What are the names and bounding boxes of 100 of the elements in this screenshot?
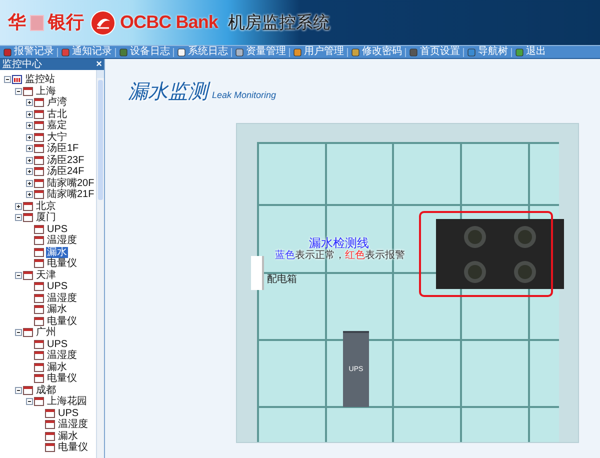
window-icon	[34, 294, 44, 303]
tree-item[interactable]: UPS	[46, 338, 69, 350]
bank-logo-icon	[90, 10, 116, 36]
window-icon	[34, 224, 44, 234]
tree-item[interactable]: 漏水	[46, 304, 68, 316]
bank-name: 银行	[48, 11, 84, 34]
tree-item[interactable]: 古北	[46, 108, 68, 120]
monitor-station-icon	[12, 75, 22, 84]
tree-item[interactable]: 监控站	[24, 74, 56, 86]
tree-item[interactable]: 电量仪	[57, 442, 89, 454]
tree-item[interactable]: 厦门	[35, 212, 57, 224]
window-icon	[34, 144, 44, 154]
toolbar-button[interactable]: 系统日志	[177, 46, 228, 58]
tree-item[interactable]: UPS	[57, 408, 80, 419]
window-icon	[34, 156, 44, 165]
toolbar-icon	[3, 48, 12, 56]
window-icon	[34, 316, 44, 326]
tree-item[interactable]: UPS	[46, 281, 69, 292]
window-icon	[34, 132, 44, 142]
bank-name: 华	[8, 11, 26, 34]
toolbar-button[interactable]: 首页设置	[409, 46, 460, 58]
tree-item[interactable]: 温湿度	[46, 350, 78, 362]
window-icon	[34, 236, 44, 246]
window-icon	[34, 248, 44, 257]
window-icon	[45, 420, 55, 430]
tree-item[interactable]: 温湿度	[57, 419, 89, 430]
window-icon	[23, 328, 33, 338]
tree-item[interactable]: 北京	[35, 200, 57, 212]
expand-toggle[interactable]	[26, 168, 32, 176]
tree-item[interactable]: 陆家嘴21F	[46, 189, 96, 200]
expand-toggle[interactable]	[26, 145, 32, 152]
collapse-toggle[interactable]	[4, 76, 10, 84]
toolbar-button[interactable]: 设备日志	[119, 46, 170, 58]
expand-toggle[interactable]	[26, 156, 32, 164]
collapse-toggle[interactable]	[14, 329, 22, 336]
toolbar-button[interactable]: 通知记录	[61, 46, 112, 58]
toolbar-button[interactable]: 退出	[515, 46, 546, 58]
system-title: 机房监控系统	[228, 12, 330, 34]
power-box-label: 配电箱	[267, 272, 297, 287]
window-icon	[34, 340, 44, 349]
tree-item[interactable]: 上海花园	[46, 396, 88, 408]
collapse-toggle[interactable]	[14, 214, 22, 222]
tree-item[interactable]: 上海	[35, 86, 57, 97]
tree-item[interactable]: 汤臣1F	[46, 143, 80, 154]
toolbar-button[interactable]: 报警记录	[3, 46, 54, 58]
window-icon	[34, 259, 44, 268]
tree-item[interactable]: 广州	[35, 327, 57, 338]
expand-toggle[interactable]	[26, 122, 32, 130]
tree-item[interactable]: 温湿度	[46, 235, 78, 246]
toolbar-icon	[409, 48, 418, 56]
tree-item[interactable]: 漏水	[46, 246, 68, 258]
toolbar-icon	[119, 48, 128, 56]
window-icon	[34, 374, 44, 384]
toolbar-icon	[235, 48, 244, 56]
expand-toggle[interactable]	[26, 191, 32, 198]
toolbar-button[interactable]: 修改密码	[351, 46, 402, 58]
tree-item[interactable]: 天津	[35, 270, 57, 281]
collapse-toggle[interactable]	[26, 398, 32, 406]
tree-item[interactable]: 漏水	[46, 362, 68, 373]
fan-icon	[514, 226, 536, 248]
collapse-toggle[interactable]	[14, 88, 22, 95]
window-icon	[34, 167, 44, 176]
collapse-toggle[interactable]	[14, 386, 22, 394]
tree-item[interactable]: 电量仪	[46, 373, 78, 384]
window-icon	[34, 178, 44, 188]
close-button[interactable]: ×	[96, 60, 102, 70]
toolbar-button[interactable]: 导航树	[467, 46, 508, 58]
tree-item[interactable]: 汤臣24F	[46, 166, 86, 178]
window-icon	[34, 98, 44, 108]
expand-toggle[interactable]	[26, 180, 32, 187]
tree-item[interactable]: 漏水	[57, 430, 79, 442]
scrollbar[interactable]	[96, 70, 104, 458]
sensor-line-label: 漏水检测线	[309, 235, 369, 250]
tree-item[interactable]: 温湿度	[46, 292, 78, 304]
toolbar-button[interactable]: 用户管理	[293, 46, 344, 58]
toolbar-icon	[351, 48, 360, 56]
expand-toggle[interactable]	[26, 110, 32, 118]
tree-item[interactable]: 电量仪	[46, 316, 78, 327]
collapse-toggle[interactable]	[14, 272, 22, 279]
tree-item[interactable]: 卢湾	[46, 97, 68, 108]
window-icon	[34, 110, 44, 119]
toolbar-icon	[467, 48, 476, 56]
tree-item[interactable]: 大宁	[46, 132, 68, 143]
brand-name: OCBC Bank	[120, 11, 218, 34]
window-icon	[34, 305, 44, 314]
window-icon	[23, 213, 33, 222]
fan-icon	[514, 260, 536, 282]
tree-item[interactable]: 汤臣23F	[46, 154, 86, 166]
toolbar-button[interactable]: 资量管理	[235, 46, 286, 58]
expand-toggle[interactable]	[26, 134, 32, 141]
tree-item[interactable]: 嘉定	[46, 120, 68, 132]
tree-item[interactable]: UPS	[46, 224, 69, 235]
expand-toggle[interactable]	[26, 99, 32, 106]
toolbar-icon	[177, 48, 186, 56]
window-icon	[23, 270, 33, 280]
tree-item[interactable]: 电量仪	[46, 258, 78, 270]
tree-item[interactable]: 成都	[35, 384, 57, 396]
tree-item[interactable]: 陆家嘴20F	[46, 178, 96, 189]
window-icon	[23, 202, 33, 211]
expand-toggle[interactable]	[14, 202, 22, 210]
